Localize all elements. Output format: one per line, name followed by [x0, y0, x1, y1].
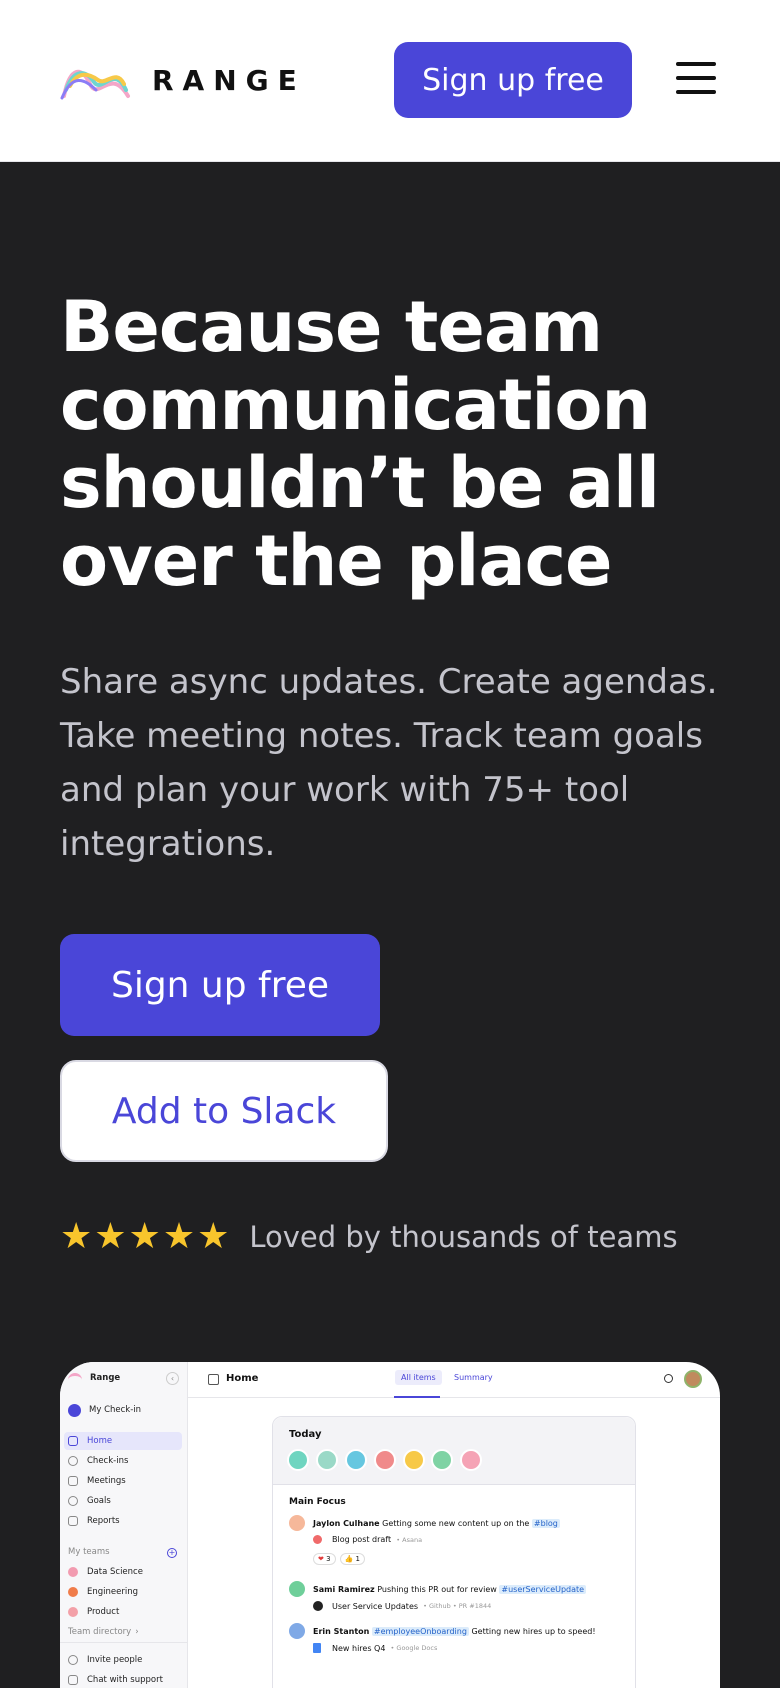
rocket-icon — [68, 1607, 78, 1617]
preview-workspace: Range — [68, 1370, 120, 1386]
preview-sidebar: Range ‹ My Check-in Home Check-ins Meeti… — [60, 1362, 188, 1688]
hero-subtitle: Share async updates. Create agendas. Tak… — [60, 662, 718, 864]
preview-feed-card: Today Main Focus Jaylon Culhane Getting … — [272, 1416, 636, 1688]
preview-linked-item[interactable]: New hires Q4 • Google Docs — [313, 1643, 437, 1653]
preview-page-title: Home — [226, 1373, 259, 1384]
preview-entry[interactable]: Erin Stanton #employeeOnboarding Getting… — [289, 1623, 596, 1639]
preview-tab-all-items[interactable]: All items — [395, 1370, 442, 1385]
preview-avatars — [287, 1449, 486, 1474]
preview-linked-item[interactable]: Blog post draft • Asana — [313, 1535, 422, 1544]
preview-my-checkin[interactable]: My Check-in — [68, 1402, 141, 1418]
preview-nav-checkins[interactable]: Check-ins — [68, 1453, 128, 1469]
report-icon — [68, 1516, 78, 1526]
add-team-icon[interactable]: + — [167, 1548, 177, 1558]
avatar — [289, 1623, 305, 1639]
pizza-icon — [68, 1587, 78, 1597]
preview-entry[interactable]: Sami Ramirez Pushing this PR out for rev… — [289, 1581, 587, 1597]
range-logo-icon — [60, 69, 130, 100]
avatar[interactable] — [315, 1449, 338, 1471]
preview-invite-people[interactable]: Invite people — [68, 1652, 142, 1668]
avatar — [289, 1515, 305, 1531]
preview-team-directory[interactable]: Team directory › — [68, 1624, 139, 1640]
hero-title: Because team communication shouldn’t be … — [60, 286, 660, 602]
range-logo[interactable]: RANGE — [60, 60, 306, 100]
preview-nav-goals[interactable]: Goals — [68, 1493, 111, 1509]
preview-team-engineering[interactable]: Engineering — [68, 1584, 138, 1600]
preview-today-label: Today — [289, 1429, 322, 1440]
site-header: RANGE Sign up free — [0, 0, 780, 162]
signup-button[interactable]: Sign up free — [60, 934, 380, 1036]
heart-icon: ❤ — [318, 1555, 324, 1563]
preview-teams-heading: My teams — [68, 1547, 110, 1557]
preview-reactions: ❤ 3 👍 1 — [313, 1553, 365, 1565]
app-preview: Range ‹ My Check-in Home Check-ins Meeti… — [60, 1362, 720, 1688]
hamburger-menu-icon[interactable] — [676, 62, 716, 94]
preview-topbar: Home All items Summary — [188, 1362, 720, 1398]
preview-nav-reports[interactable]: Reports — [68, 1513, 120, 1529]
avatar[interactable] — [684, 1370, 702, 1388]
add-person-icon — [68, 1655, 78, 1665]
add-to-slack-button[interactable]: Add to Slack — [60, 1060, 388, 1162]
pencil-icon — [68, 1403, 81, 1417]
preview-team-product[interactable]: Product — [68, 1604, 119, 1620]
avatar[interactable] — [287, 1449, 309, 1471]
home-icon — [208, 1374, 219, 1385]
checkmark-icon — [68, 1456, 78, 1466]
logo-wordmark: RANGE — [152, 63, 306, 97]
avatar[interactable] — [344, 1449, 367, 1471]
range-logo-icon — [68, 1373, 82, 1383]
target-icon — [68, 1496, 78, 1506]
preview-chat-support[interactable]: Chat with support — [68, 1672, 163, 1688]
rating: ★★★★★ Loved by thousands of teams — [60, 1216, 678, 1257]
thumbs-up-reaction[interactable]: 👍 1 — [339, 1553, 365, 1565]
preview-nav-home[interactable]: Home — [68, 1433, 112, 1449]
brain-icon — [68, 1567, 78, 1577]
github-icon — [313, 1601, 323, 1611]
preview-main-focus-label: Main Focus — [289, 1497, 346, 1507]
google-docs-icon — [313, 1643, 321, 1653]
avatar[interactable] — [373, 1449, 396, 1471]
meetings-icon — [68, 1476, 78, 1486]
thumbs-up-icon: 👍 — [344, 1555, 354, 1563]
collapse-sidebar-icon[interactable]: ‹ — [166, 1372, 179, 1385]
avatar[interactable] — [431, 1449, 454, 1471]
chat-icon — [68, 1675, 78, 1685]
avatar — [289, 1581, 305, 1597]
avatar[interactable] — [460, 1449, 483, 1471]
preview-team-data-science[interactable]: Data Science — [68, 1564, 143, 1580]
header-signup-button[interactable]: Sign up free — [394, 42, 632, 118]
heart-reaction[interactable]: ❤ 3 — [313, 1553, 336, 1565]
preview-tab-summary[interactable]: Summary — [454, 1373, 493, 1382]
avatar[interactable] — [402, 1449, 425, 1471]
five-star-rating-icon: ★★★★★ — [60, 1216, 232, 1257]
preview-main: Home All items Summary Today Main Focus … — [188, 1362, 720, 1688]
home-icon — [68, 1436, 78, 1446]
preview-entry[interactable]: Jaylon Culhane Getting some new content … — [289, 1515, 560, 1531]
rating-text: Loved by thousands of teams — [249, 1219, 678, 1254]
preview-linked-item[interactable]: User Service Updates • Github • PR #1844 — [313, 1601, 491, 1611]
asana-icon — [313, 1535, 322, 1544]
search-icon[interactable] — [664, 1374, 673, 1383]
preview-nav-meetings[interactable]: Meetings — [68, 1473, 126, 1489]
